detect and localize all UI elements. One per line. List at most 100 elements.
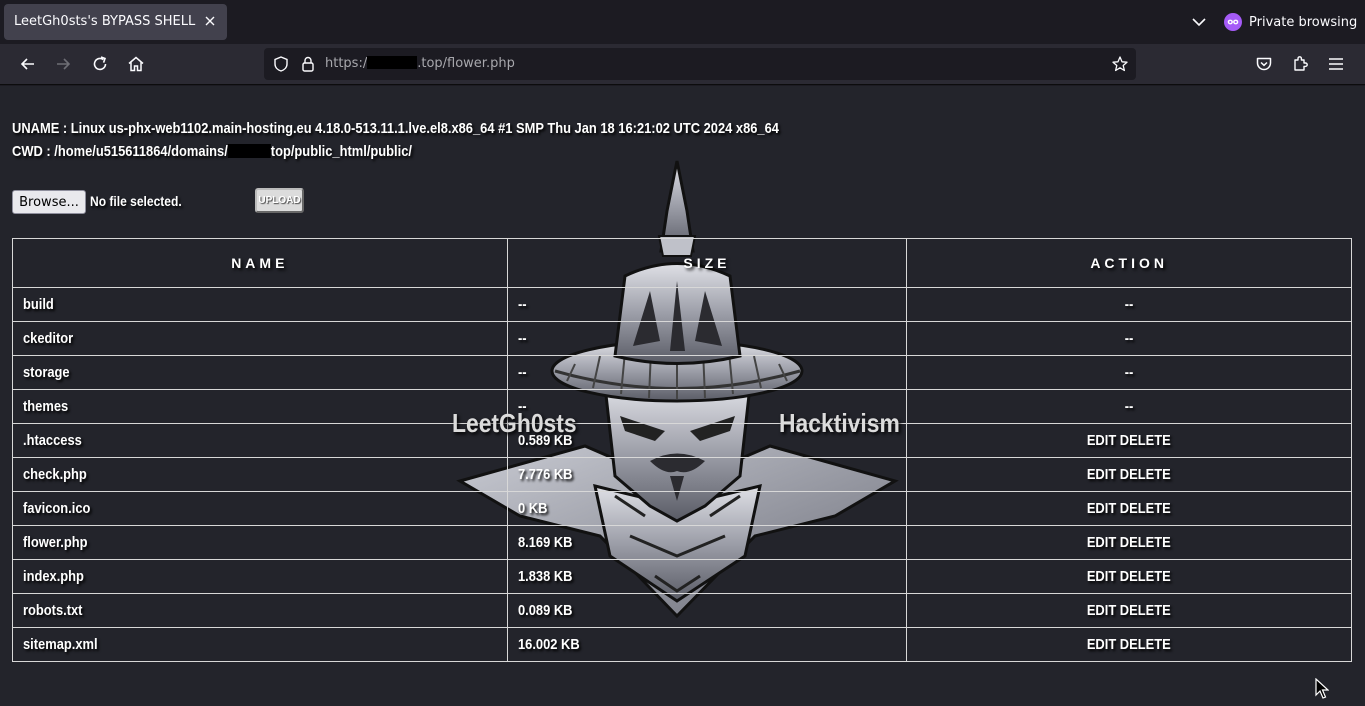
- tab-title: LeetGh0sts's BYPASS SHELL: [14, 14, 196, 29]
- chevron-down-icon[interactable]: [1189, 12, 1209, 32]
- extensions-icon[interactable]: [1290, 54, 1310, 74]
- file-size: 8.169 KB: [517, 534, 573, 551]
- table-row: check.php 7.776 KB EDIT DELETE: [12, 457, 1352, 492]
- file-name-cell: favicon.ico: [12, 491, 508, 526]
- file-action[interactable]: EDIT DELETE: [1087, 432, 1171, 449]
- table-row: index.php 1.838 KB EDIT DELETE: [12, 559, 1352, 594]
- file-name[interactable]: themes: [23, 398, 68, 415]
- shield-icon[interactable]: [272, 55, 290, 73]
- star-icon[interactable]: [1111, 55, 1129, 73]
- file-size: 16.002 KB: [517, 636, 580, 653]
- header-name: NAME: [12, 238, 508, 288]
- navigation-toolbar: https:/ .top/flower.php: [0, 44, 1365, 85]
- browser-tab[interactable]: LeetGh0sts's BYPASS SHELL: [4, 4, 227, 40]
- file-size-cell: 0.089 KB: [506, 593, 908, 628]
- pocket-icon[interactable]: [1254, 54, 1274, 74]
- file-name: .htaccess: [23, 432, 82, 449]
- file-name-cell: sitemap.xml: [12, 627, 508, 662]
- file-name-cell: themes: [12, 389, 508, 424]
- file-action[interactable]: EDIT DELETE: [1087, 602, 1171, 619]
- file-name-cell: index.php: [12, 559, 508, 594]
- file-name: check.php: [23, 466, 87, 483]
- menu-icon[interactable]: [1326, 54, 1346, 74]
- uname-line: UNAME : Linux us-phx-web1102.main-hostin…: [12, 120, 779, 137]
- file-name[interactable]: build: [23, 296, 54, 313]
- lock-icon[interactable]: [300, 55, 316, 73]
- file-size: 1.838 KB: [517, 568, 573, 585]
- file-name: sitemap.xml: [23, 636, 98, 653]
- header-action: ACTION: [906, 238, 1352, 288]
- forward-icon[interactable]: [53, 54, 73, 74]
- file-name: index.php: [23, 568, 84, 585]
- file-action: --: [1124, 296, 1134, 313]
- file-action[interactable]: EDIT DELETE: [1087, 500, 1171, 517]
- file-table: NAME SIZE ACTION build -- -- ckeditor -- -- st…: [12, 238, 1352, 662]
- file-action-cell: --: [906, 389, 1352, 424]
- table-row: sitemap.xml 16.002 KB EDIT DELETE: [12, 627, 1352, 662]
- page-content: UNAME : Linux us-phx-web1102.main-hostin…: [0, 86, 1365, 706]
- file-action-cell: --: [906, 287, 1352, 322]
- file-action-cell: EDIT DELETE: [906, 627, 1352, 662]
- table-row: build -- --: [12, 287, 1352, 322]
- table-row: themes -- --: [12, 389, 1352, 424]
- file-action[interactable]: EDIT DELETE: [1087, 568, 1171, 585]
- file-action-cell: EDIT DELETE: [906, 457, 1352, 492]
- file-name-cell: build: [12, 287, 508, 322]
- file-size: --: [517, 364, 527, 381]
- file-size-cell: --: [506, 355, 908, 390]
- file-name: favicon.ico: [23, 500, 91, 517]
- private-browsing-label: Private browsing: [1249, 14, 1358, 30]
- file-name-cell: ckeditor: [12, 321, 508, 356]
- redacted-domain: [367, 56, 418, 69]
- url-path: .top/flower.php: [417, 56, 515, 71]
- file-size-cell: --: [506, 287, 908, 322]
- file-size: 7.776 KB: [517, 466, 573, 483]
- file-name[interactable]: ckeditor: [23, 330, 73, 347]
- file-action: --: [1124, 364, 1134, 381]
- file-size: 0 KB: [517, 500, 548, 517]
- file-size-cell: 7.776 KB: [506, 457, 908, 492]
- table-row: .htaccess 0.589 KB EDIT DELETE: [12, 423, 1352, 458]
- cwd-prefix: CWD : /home/u515611864/domains/: [12, 143, 228, 160]
- table-row: robots.txt 0.089 KB EDIT DELETE: [12, 593, 1352, 628]
- file-name-cell: storage: [12, 355, 508, 390]
- watermark-right: Hacktivism: [779, 408, 900, 438]
- table-row: ckeditor -- --: [12, 321, 1352, 356]
- file-action-cell: EDIT DELETE: [906, 491, 1352, 526]
- file-size-cell: 8.169 KB: [506, 525, 908, 560]
- file-status: No file selected.: [90, 193, 182, 209]
- table-header-row: NAME SIZE ACTION: [12, 238, 1352, 288]
- file-size: --: [517, 296, 527, 313]
- upload-button[interactable]: UPLOAD: [255, 188, 304, 213]
- file-action[interactable]: EDIT DELETE: [1087, 534, 1171, 551]
- table-row: storage -- --: [12, 355, 1352, 390]
- reload-icon[interactable]: [90, 54, 110, 74]
- file-name-cell: check.php: [12, 457, 508, 492]
- file-action-cell: EDIT DELETE: [906, 593, 1352, 628]
- file-name[interactable]: storage: [23, 364, 70, 381]
- file-name-cell: robots.txt: [12, 593, 508, 628]
- url-bar[interactable]: https:/ .top/flower.php: [264, 48, 1136, 80]
- file-size-cell: 0 KB: [506, 491, 908, 526]
- back-icon[interactable]: [18, 54, 38, 74]
- cwd-line: CWD : /home/u515611864/domains/top/publi…: [12, 143, 412, 160]
- file-action[interactable]: EDIT DELETE: [1087, 636, 1171, 653]
- close-icon[interactable]: [201, 12, 219, 30]
- file-action-cell: EDIT DELETE: [906, 559, 1352, 594]
- url-text[interactable]: https:/ .top/flower.php: [325, 56, 515, 71]
- table-row: favicon.ico 0 KB EDIT DELETE: [12, 491, 1352, 526]
- watermark-left: LeetGh0sts: [452, 408, 577, 438]
- browse-button[interactable]: Browse...: [12, 190, 86, 214]
- private-browsing-indicator: Private browsing: [1224, 10, 1357, 34]
- file-name: flower.php: [23, 534, 88, 551]
- file-action-cell: EDIT DELETE: [906, 525, 1352, 560]
- cursor-icon: [1315, 678, 1329, 699]
- file-action[interactable]: EDIT DELETE: [1087, 466, 1171, 483]
- file-action: --: [1124, 330, 1134, 347]
- file-size-cell: 16.002 KB: [506, 627, 908, 662]
- file-action-cell: EDIT DELETE: [906, 423, 1352, 458]
- private-mask-icon: [1224, 13, 1242, 31]
- home-icon[interactable]: [126, 54, 146, 74]
- table-row: flower.php 8.169 KB EDIT DELETE: [12, 525, 1352, 560]
- header-size: SIZE: [506, 238, 908, 288]
